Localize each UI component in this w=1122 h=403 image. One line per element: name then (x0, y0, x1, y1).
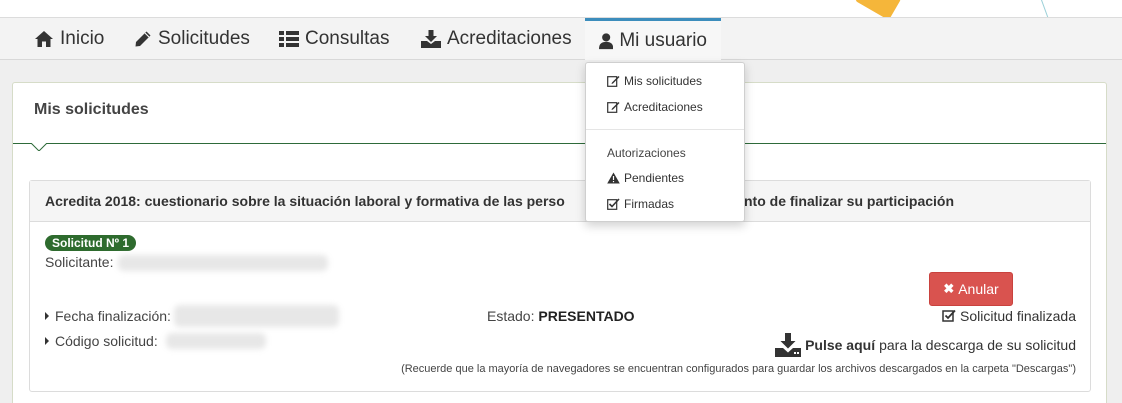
dropdown-item-mis-solicitudes[interactable]: Mis solicitudes (607, 74, 702, 88)
download-bold: Pulse aquí (805, 337, 876, 353)
panel-title: Mis solicitudes (34, 101, 149, 118)
card-header-text: Acredita 2018: cuestionario sobre la sit… (45, 193, 954, 209)
decorative-shape (854, 0, 902, 17)
home-icon (35, 31, 53, 47)
codigo-solicitud-label: Código solicitud: (45, 333, 158, 349)
check-square-icon (942, 309, 956, 322)
anular-label: Anular (958, 281, 999, 297)
finalizada-label: Solicitud finalizada (960, 308, 1076, 324)
fecha-finalizacion-label: Fecha finalización: (45, 308, 171, 324)
fecha-value-redacted (174, 305, 339, 327)
list-icon (279, 31, 299, 47)
mi-usuario-dropdown: Mis solicitudes Acreditaciones Autorizac… (585, 62, 745, 222)
solicitante-label: Solicitante: (45, 254, 114, 270)
dropdown-divider (586, 129, 744, 130)
download-icon (421, 30, 441, 48)
download-icon (775, 333, 802, 357)
check-square-icon (607, 198, 620, 210)
dropdown-section-header: Autorizaciones (607, 146, 686, 160)
nav-label: Consultas (305, 28, 390, 49)
close-icon: ✖ (943, 281, 955, 296)
nav-label: Inicio (60, 28, 105, 49)
warning-icon (607, 172, 620, 184)
nav-item-consultas[interactable]: Consultas (265, 18, 404, 60)
download-link[interactable]: Pulse aquí para la descarga de su solici… (775, 333, 1076, 357)
nav-item-inicio[interactable]: Inicio (20, 18, 118, 60)
download-text: para la descarga de su solicitud (879, 337, 1076, 353)
dropdown-item-label: Firmadas (624, 197, 675, 211)
dropdown-item-pendientes[interactable]: Pendientes (607, 171, 684, 185)
pencil-icon (135, 31, 151, 47)
nav-label: Acreditaciones (447, 28, 572, 49)
download-note: (Recuerde que la mayoría de navegadores … (401, 363, 1076, 375)
solicitud-finalizada: Solicitud finalizada (942, 308, 1076, 324)
solicitud-badge: Solicitud Nº 1 (45, 235, 137, 251)
dropdown-item-firmadas[interactable]: Firmadas (607, 197, 674, 211)
estado-value: PRESENTADO (538, 308, 635, 324)
solicitante-value-redacted (118, 255, 328, 271)
panel-caret-icon (31, 143, 47, 151)
estado: Estado: PRESENTADO (487, 308, 635, 324)
card-header-left: Acredita 2018: cuestionario sobre la sit… (45, 193, 565, 209)
dropdown-item-label: Pendientes (624, 171, 685, 185)
estado-label: Estado: (487, 308, 535, 324)
dropdown-item-label: Acreditaciones (624, 100, 703, 114)
mis-solicitudes-panel: Mis solicitudes Acredita 2018: cuestiona… (12, 82, 1107, 403)
decorative-line (1039, 0, 1052, 17)
nav-item-acreditaciones[interactable]: Acreditaciones (407, 18, 586, 60)
caret-right-icon (45, 337, 49, 345)
nav-item-solicitudes[interactable]: Solicitudes (120, 18, 264, 60)
solicitud-card: Acredita 2018: cuestionario sobre la sit… (29, 180, 1091, 392)
main-navbar: Inicio Solicitudes Consultas Acreditacio… (0, 18, 1122, 60)
edit-icon (607, 102, 620, 113)
codigo-value-redacted (166, 333, 266, 349)
anular-button[interactable]: ✖ Anular (929, 272, 1013, 306)
dropdown-item-label: Mis solicitudes (624, 74, 703, 88)
nav-label: Solicitudes (158, 28, 250, 49)
card-header: Acredita 2018: cuestionario sobre la sit… (30, 181, 1090, 222)
user-icon (599, 32, 614, 49)
top-strip (0, 0, 1122, 18)
caret-right-icon (45, 312, 49, 320)
panel-separator (13, 143, 1106, 144)
nav-item-mi-usuario[interactable]: Mi usuario (585, 18, 721, 60)
dropdown-item-acreditaciones[interactable]: Acreditaciones (607, 100, 703, 114)
edit-icon (607, 76, 620, 87)
nav-label: Mi usuario (619, 29, 707, 51)
